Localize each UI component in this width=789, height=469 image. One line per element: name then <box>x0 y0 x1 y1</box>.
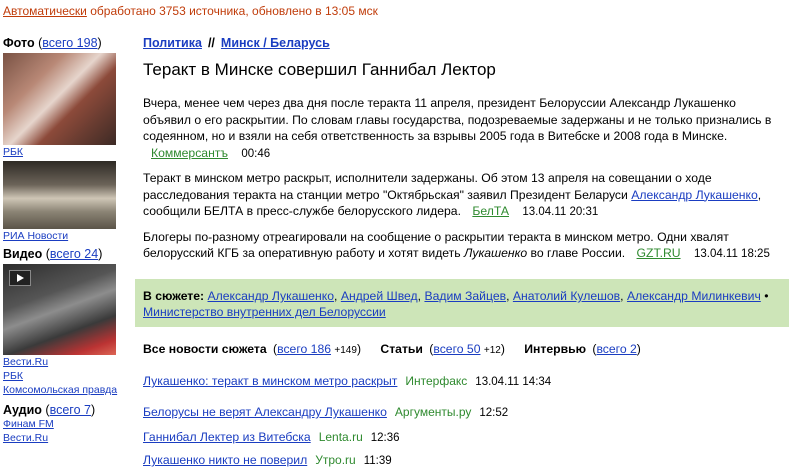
person-link[interactable]: Александр Лукашенко <box>631 188 758 202</box>
story-tag-link[interactable]: Вадим Зайцев <box>424 289 506 303</box>
news-item-link[interactable]: Белорусы не верят Александру Лукашенко <box>143 405 387 419</box>
story-tag-link[interactable]: Андрей Швед <box>341 289 418 303</box>
page-title: Теракт в Минске совершил Ганнибал Лектор <box>143 60 496 79</box>
story-tag-link[interactable]: Александр Милинкевич <box>627 289 761 303</box>
audio-count-link[interactable]: всего 7 <box>50 403 91 417</box>
story-tag-link[interactable]: Министерство внутренних дел Белоруссии <box>143 305 386 319</box>
photo-source-link[interactable]: РИА Новости <box>3 229 125 243</box>
photo-source-link[interactable]: РБК <box>3 145 125 159</box>
video-source-link[interactable]: Вести.Ru <box>3 355 125 369</box>
story-news-counts: Все новости сюжета (всего 186 +149) Стат… <box>143 342 641 356</box>
main-content: Политика//Минск / Беларусь Теракт в Минс… <box>143 36 783 271</box>
status-line: Автоматически обработано 3753 источника,… <box>3 4 378 18</box>
breadcrumb-minsk[interactable]: Минск / Беларусь <box>221 36 330 50</box>
news-item-agency: Утро.ru <box>315 453 356 467</box>
status-text: обработано 3753 источника, обновлено в 1… <box>86 4 378 18</box>
list-item: Лукашенко: теракт в минском метро раскры… <box>143 374 552 388</box>
news-snippet: Теракт в минском метро раскрыт, исполнит… <box>143 171 762 218</box>
news-item-agency: Lenta.ru <box>318 430 363 444</box>
story-tag-link[interactable]: Анатолий Кулешов <box>513 289 620 303</box>
news-time: 13.04.11 18:25 <box>693 248 770 260</box>
story-label: В сюжете: <box>143 289 205 303</box>
agency-link[interactable]: GZT.RU <box>637 246 681 260</box>
interview-link[interactable]: всего 2 <box>596 342 636 356</box>
news-time: 00:46 <box>241 147 271 160</box>
all-news-link[interactable]: всего 186 <box>277 342 331 356</box>
news-item-link[interactable]: Ганнибал Лектер из Витебска <box>143 430 311 444</box>
agency-link[interactable]: БелТА <box>472 204 509 218</box>
news-item-agency: Интерфакс <box>405 374 468 388</box>
news-snippet: Блогеры по-разному отреагировали на сооб… <box>143 229 770 261</box>
video-count-link[interactable]: всего 24 <box>50 247 98 261</box>
articles-link[interactable]: всего 50 <box>433 342 480 356</box>
video-source-link[interactable]: РБК <box>3 369 125 383</box>
media-sidebar: Фото (всего 198) РБК РИА Новости Видео (… <box>3 36 125 445</box>
breadcrumb-politics[interactable]: Политика <box>143 36 202 50</box>
news-item-agency: Аргументы.ру <box>394 405 472 419</box>
photo-thumbnail[interactable] <box>3 161 116 229</box>
list-item: Лукашенко никто не поверил Утро.ru 11:39 <box>143 453 392 467</box>
photo-section-title: Фото (всего 198) <box>3 36 102 50</box>
news-time: 13.04.11 20:31 <box>522 206 599 218</box>
story-tags-panel: В сюжете: Александр Лукашенко, Андрей Шв… <box>135 279 789 327</box>
list-item: Белорусы не верят Александру Лукашенко Ар… <box>143 405 509 419</box>
photo-count-link[interactable]: всего 198 <box>42 36 97 50</box>
breadcrumb: Политика//Минск / Беларусь <box>143 36 330 50</box>
news-item-link[interactable]: Лукашенко никто не поверил <box>143 453 307 467</box>
news-item-link[interactable]: Лукашенко: теракт в минском метро раскры… <box>143 374 397 388</box>
video-thumbnail[interactable] <box>3 264 116 355</box>
audio-source-link[interactable]: Вести.Ru <box>3 431 125 445</box>
list-item: Ганнибал Лектер из Витебска Lenta.ru 12:36 <box>143 430 400 444</box>
photo-thumbnail[interactable] <box>3 53 116 145</box>
audio-section-title: Аудио (всего 7) <box>3 403 96 417</box>
news-snippet: Вчера, менее чем через два дня после тер… <box>143 96 772 160</box>
agency-link[interactable]: Коммерсантъ <box>151 146 228 160</box>
video-source-link[interactable]: Комсомольская правда <box>3 383 125 397</box>
video-section-title: Видео (всего 24) <box>3 247 103 261</box>
story-tag-link[interactable]: Александр Лукашенко <box>208 289 335 303</box>
auto-link[interactable]: Автоматически <box>3 4 87 18</box>
play-icon[interactable] <box>9 270 31 286</box>
audio-source-link[interactable]: Финам FM <box>3 417 125 431</box>
